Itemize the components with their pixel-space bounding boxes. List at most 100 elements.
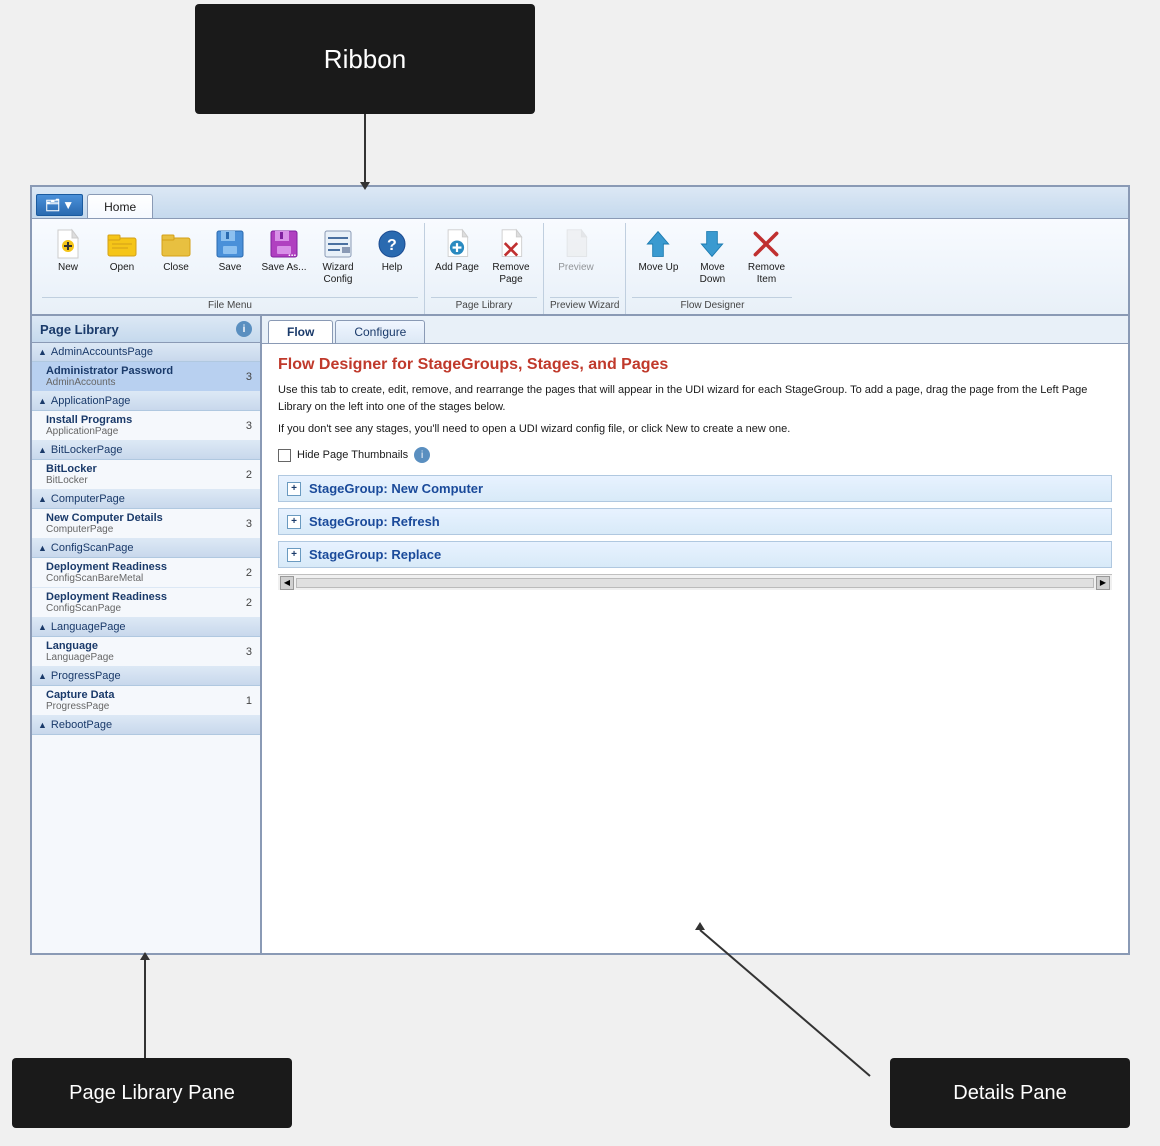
category-reboot-page[interactable]: ▲ RebootPage	[32, 716, 260, 735]
tab-configure-label: Configure	[354, 325, 406, 339]
hide-thumbnails-row: Hide Page Thumbnails i	[278, 447, 1112, 463]
move-up-button[interactable]: Move Up	[632, 223, 684, 279]
item-name-admin-password: Administrator Password	[46, 365, 173, 377]
flow-description-1: Use this tab to create, edit, remove, an…	[278, 382, 1112, 415]
item-info-install-programs: Install Programs ApplicationPage	[46, 414, 132, 437]
save-button[interactable]: Save	[204, 223, 256, 279]
item-count-install-programs: 3	[238, 420, 252, 432]
remove-page-button[interactable]: Remove Page	[485, 223, 537, 291]
content-area: Page Library i ▲ AdminAccountsPage Admin…	[32, 316, 1128, 953]
category-computer-page[interactable]: ▲ ComputerPage	[32, 490, 260, 509]
category-arrow-language: ▲	[38, 622, 47, 632]
tab-flow[interactable]: Flow	[268, 320, 333, 343]
sub-tab-bar: Flow Configure	[262, 316, 1128, 344]
move-down-button[interactable]: Move Down	[686, 223, 738, 291]
list-item[interactable]: Deployment Readiness ConfigScanPage 2	[32, 588, 260, 618]
scroll-track[interactable]	[296, 578, 1094, 588]
stage-group-replace-header[interactable]: + StageGroup: Replace	[279, 542, 1111, 567]
category-arrow-bitlocker: ▲	[38, 445, 47, 455]
item-name-new-computer-details: New Computer Details	[46, 512, 163, 524]
ribbon-group-page-library: Add Page Remove Page Page Library	[425, 223, 544, 314]
stage-group-refresh-header[interactable]: + StageGroup: Refresh	[279, 509, 1111, 534]
category-config-scan-page[interactable]: ▲ ConfigScanPage	[32, 539, 260, 558]
horizontal-scrollbar[interactable]: ◀ ▶	[278, 574, 1112, 590]
help-label: Help	[382, 262, 403, 274]
item-count-deployment-readiness-1: 2	[238, 567, 252, 579]
wizard-config-button[interactable]: Wizard Config	[312, 223, 364, 291]
scroll-right-arrow[interactable]: ▶	[1096, 576, 1110, 590]
remove-item-icon	[750, 228, 782, 260]
item-name-deployment-readiness-2: Deployment Readiness	[46, 591, 167, 603]
add-page-button[interactable]: Add Page	[431, 223, 483, 279]
item-page-bitlocker: BitLocker	[46, 475, 97, 486]
tab-flow-label: Flow	[287, 325, 314, 339]
list-item[interactable]: Capture Data ProgressPage 1	[32, 686, 260, 716]
new-button[interactable]: New	[42, 223, 94, 279]
list-item[interactable]: BitLocker BitLocker 2	[32, 460, 260, 490]
save-icon	[214, 228, 246, 260]
item-info-bitlocker: BitLocker BitLocker	[46, 463, 97, 486]
list-item[interactable]: New Computer Details ComputerPage 3	[32, 509, 260, 539]
item-count-deployment-readiness-2: 2	[238, 597, 252, 609]
svg-text:?: ?	[387, 237, 397, 254]
item-name-capture-data: Capture Data	[46, 689, 114, 701]
stage-group-replace: + StageGroup: Replace	[278, 541, 1112, 568]
add-page-label: Add Page	[435, 262, 479, 274]
category-arrow-computer: ▲	[38, 494, 47, 504]
stage-group-new-computer-header[interactable]: + StageGroup: New Computer	[279, 476, 1111, 501]
help-button[interactable]: ? Help	[366, 223, 418, 279]
category-label-admin: AdminAccountsPage	[51, 346, 153, 358]
app-window: 🗂 ▼ Home	[30, 185, 1130, 955]
category-progress-page[interactable]: ▲ ProgressPage	[32, 667, 260, 686]
details-pane-annotation-label: Details Pane	[890, 1058, 1130, 1128]
category-language-page[interactable]: ▲ LanguagePage	[32, 618, 260, 637]
item-info-language: Language LanguagePage	[46, 640, 114, 663]
home-tab[interactable]: Home	[87, 194, 153, 218]
item-count-admin-password: 3	[238, 371, 252, 383]
preview-icon	[560, 228, 592, 260]
save-as-button[interactable]: ... Save As...	[258, 223, 310, 279]
app-menu-button[interactable]: 🗂 ▼	[36, 194, 83, 216]
list-item[interactable]: Administrator Password AdminAccounts 3	[32, 362, 260, 392]
preview-wizard-group-label: Preview Wizard	[550, 297, 619, 314]
list-item[interactable]: Install Programs ApplicationPage 3	[32, 411, 260, 441]
hide-thumbnails-info-button[interactable]: i	[414, 447, 430, 463]
item-info-new-computer-details: New Computer Details ComputerPage	[46, 512, 163, 535]
open-button[interactable]: Open	[96, 223, 148, 279]
item-page-deployment-readiness-1: ConfigScanBareMetal	[46, 573, 167, 584]
flow-note-text: If you don't see any stages, you'll need…	[278, 423, 790, 435]
stage-expand-replace[interactable]: +	[287, 548, 301, 562]
remove-item-label: Remove Item	[743, 262, 789, 286]
category-admin-accounts-page[interactable]: ▲ AdminAccountsPage	[32, 343, 260, 362]
category-application-page[interactable]: ▲ ApplicationPage	[32, 392, 260, 411]
page-library-info-button[interactable]: i	[236, 321, 252, 337]
list-item[interactable]: Deployment Readiness ConfigScanBareMetal…	[32, 558, 260, 588]
stage-group-replace-title: StageGroup: Replace	[309, 547, 441, 562]
list-item[interactable]: Language LanguagePage 3	[32, 637, 260, 667]
library-scroll-area[interactable]: ▲ AdminAccountsPage Administrator Passwo…	[32, 343, 260, 953]
remove-item-button[interactable]: Remove Item	[740, 223, 792, 291]
item-page-language: LanguagePage	[46, 652, 114, 663]
close-button[interactable]: Close	[150, 223, 202, 279]
file-menu-group-label: File Menu	[42, 297, 418, 314]
category-label-computer: ComputerPage	[51, 493, 125, 505]
item-count-language: 3	[238, 646, 252, 658]
move-down-icon	[696, 228, 728, 260]
category-label-language: LanguagePage	[51, 621, 126, 633]
stage-expand-new-computer[interactable]: +	[287, 482, 301, 496]
move-up-icon	[642, 228, 674, 260]
category-arrow-progress: ▲	[38, 671, 47, 681]
title-bar: 🗂 ▼ Home	[32, 187, 1128, 219]
category-bitlocker-page[interactable]: ▲ BitLockerPage	[32, 441, 260, 460]
stage-group-new-computer-title: StageGroup: New Computer	[309, 481, 483, 496]
tab-configure[interactable]: Configure	[335, 320, 425, 343]
item-name-language: Language	[46, 640, 114, 652]
hide-thumbnails-checkbox[interactable]	[278, 449, 291, 462]
save-label: Save	[219, 262, 242, 274]
scroll-left-arrow[interactable]: ◀	[280, 576, 294, 590]
category-arrow-admin: ▲	[38, 347, 47, 357]
preview-button[interactable]: Preview	[550, 223, 602, 279]
stage-expand-refresh[interactable]: +	[287, 515, 301, 529]
flow-content-area: Flow Designer for StageGroups, Stages, a…	[262, 344, 1128, 953]
flow-desc-text-1: Use this tab to create, edit, remove, an…	[278, 384, 1087, 413]
